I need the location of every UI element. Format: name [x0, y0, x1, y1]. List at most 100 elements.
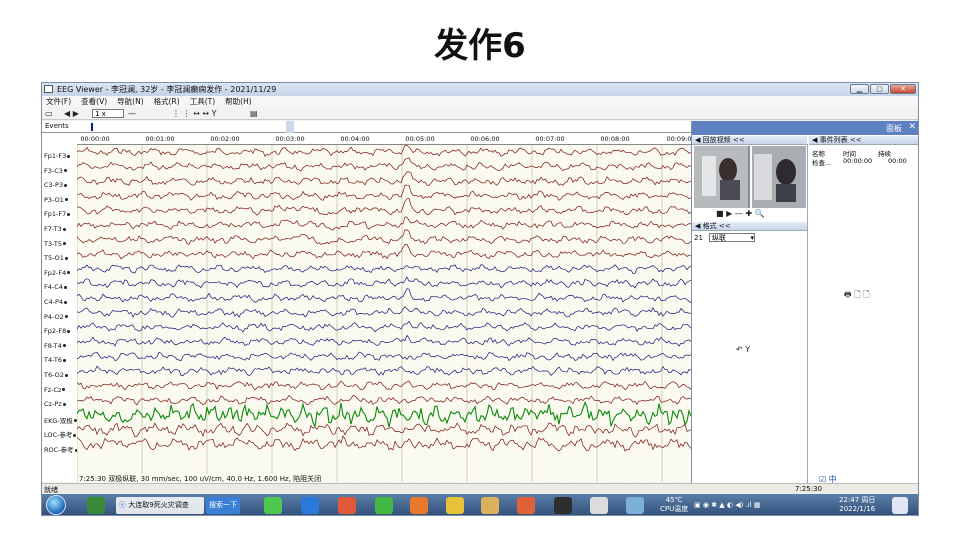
eeg-trace-EKG-双极: [76, 401, 692, 429]
channel-label[interactable]: Fz-Cz: [44, 386, 66, 394]
wechat-icon[interactable]: [375, 497, 393, 514]
print-copy-icons[interactable]: 🖶 🗋 🗋: [844, 289, 870, 303]
firefox-icon[interactable]: [410, 497, 428, 514]
time-tick: 00:06:00: [470, 135, 500, 143]
time-tick: 00:02:00: [210, 135, 240, 143]
window-title: EEG Viewer - 李冠澜, 32岁 - 李冠澜癫痫发作 - 2021/1…: [57, 85, 277, 94]
channel-label[interactable]: ROC-参考: [44, 444, 78, 454]
menu-view[interactable]: 查看(V): [81, 96, 107, 107]
channel-label[interactable]: F7-T3: [44, 225, 66, 233]
event-marker[interactable]: [91, 123, 93, 131]
eeg-trace-F3-C3: [76, 157, 692, 172]
channel-label[interactable]: C4-P4: [44, 298, 68, 306]
channel-label[interactable]: Fp1-F3: [44, 152, 71, 160]
list-icon[interactable]: ▤: [250, 109, 258, 118]
montage-select[interactable]: 纵联 ▾: [709, 233, 755, 242]
folder-icon[interactable]: [481, 497, 499, 514]
search-button[interactable]: 搜索一下: [206, 497, 240, 514]
menu-format[interactable]: 格式(R): [154, 96, 180, 107]
cpu-temp-value: 45℃: [665, 496, 683, 504]
time-axis[interactable]: 00:00:00 00:01:00 00:02:00 00:03:00 00:04:00…: [77, 133, 692, 145]
menu-navigate[interactable]: 导航(N): [117, 96, 143, 107]
events-section-header[interactable]: ◀ 事件列表 <<: [809, 136, 918, 145]
eeg-trace-Fp1-F7: [76, 198, 692, 216]
close-button[interactable]: ✕: [890, 84, 916, 94]
eeg-trace-Fp2-F8: [76, 320, 692, 333]
toggle-icon[interactable]: ▭: [45, 109, 53, 118]
channel-label[interactable]: EKG-双极: [44, 415, 77, 425]
show-desktop-icon[interactable]: [892, 497, 908, 514]
channel-label[interactable]: T5-O1: [44, 254, 68, 262]
format-section-label: 格式 <<: [702, 222, 731, 230]
position-highlight: [286, 121, 294, 133]
time-tick: 00:05:00: [405, 135, 435, 143]
app-360-icon[interactable]: [87, 497, 105, 514]
minimize-button[interactable]: ▁: [850, 84, 869, 94]
channel-label[interactable]: F3-C3: [44, 167, 67, 175]
time-tick: 00:00:00: [80, 135, 110, 143]
channel-label[interactable]: T3-T5: [44, 240, 66, 248]
eeg-trace-T4-T6: [76, 351, 692, 362]
eeg-trace-F8-T4: [76, 334, 692, 347]
panel-close-icon[interactable]: ✕: [908, 122, 916, 132]
channel-label[interactable]: C3-P3: [44, 181, 68, 189]
eeg-trace-C3-P3: [76, 171, 692, 187]
status-bar: 就绪 7:25:30: [42, 483, 918, 494]
playback-video[interactable]: [694, 146, 806, 208]
eeg-trace-Cz-Pz: [76, 394, 692, 406]
channel-label[interactable]: F8-T4: [44, 342, 66, 350]
collapse-icon: ◀: [695, 136, 703, 144]
menu-file[interactable]: 文件(F): [46, 96, 71, 107]
collapse-icon: ◀: [695, 222, 703, 230]
channel-label[interactable]: LOC-参考: [44, 429, 77, 439]
chrome-icon[interactable]: [446, 497, 464, 514]
video-controls[interactable]: ■ ▶ — ✚ 🔍: [716, 209, 765, 218]
start-button[interactable]: [46, 495, 66, 515]
panel-divider[interactable]: [807, 144, 808, 483]
360-browser-icon[interactable]: [338, 497, 356, 514]
montage-tools[interactable]: ⋮ ⋮ ↔ ↔ Y: [172, 109, 216, 118]
channel-label[interactable]: Cz-Pz: [44, 400, 66, 408]
document-icon[interactable]: [590, 497, 608, 514]
internet-explorer-icon[interactable]: [301, 497, 319, 514]
eeg-trace-T3-T5: [76, 229, 692, 245]
title-bar[interactable]: EEG Viewer - 李冠澜, 32岁 - 李冠澜癫痫发作 - 2021/1…: [42, 83, 918, 96]
search-box[interactable]: ⓔ 大连取9死火灾调查: [116, 497, 204, 514]
events-row[interactable]: Events: [42, 121, 691, 133]
eeg-trace-area[interactable]: [76, 145, 692, 482]
tool-icon[interactable]: [626, 497, 644, 514]
eeg-trace-LOC-参考: [76, 422, 692, 438]
channel-label[interactable]: P4-O2: [44, 313, 68, 321]
office-icon[interactable]: [517, 497, 535, 514]
app-icon: [44, 85, 53, 93]
menu-tools[interactable]: 工具(T): [190, 96, 215, 107]
video-section-header[interactable]: ◀ 回放视频 <<: [692, 136, 807, 145]
tray-icons[interactable]: ▣ ◉ ✱ ▲ ◐ ◀) .ıl ▦: [694, 501, 761, 510]
channel-label[interactable]: T6-O2: [44, 371, 68, 379]
channel-label[interactable]: T4-T6: [44, 356, 66, 364]
channel-label[interactable]: Fp1-F7: [44, 210, 71, 218]
event-name: 检查...: [812, 159, 832, 167]
channel-label[interactable]: P3-O1: [44, 196, 68, 204]
channel-label[interactable]: Fp2-F8: [44, 327, 71, 335]
volume-slider[interactable]: —: [128, 109, 136, 118]
eeg-trace-T5-O1: [76, 243, 692, 260]
maximize-button[interactable]: ▢: [870, 84, 889, 94]
browser-icon[interactable]: [264, 497, 282, 514]
slide-title: 发作6: [434, 26, 526, 66]
menu-bar: 文件(F) 查看(V) 导航(N) 格式(R) 工具(T) 帮助(H): [42, 96, 918, 107]
time-tick: 00:01:00: [145, 135, 175, 143]
channel-label[interactable]: F4-C4: [44, 283, 67, 291]
channel-label[interactable]: Fp2-F4: [44, 269, 71, 277]
speed-select[interactable]: 1 x: [92, 109, 124, 118]
eeg-trace-F4-C4: [76, 276, 692, 289]
cpu-temperature: 45℃ CPU温度: [660, 496, 688, 514]
eeg-app-icon[interactable]: [554, 497, 572, 514]
video-frame-image: [694, 146, 806, 208]
undo-icon[interactable]: ↶ Y: [736, 345, 750, 354]
system-clock[interactable]: 22:47 周日 2022/1/16: [839, 496, 875, 514]
format-section-header[interactable]: ◀ 格式 <<: [692, 222, 807, 231]
time-tick: 00:09:0: [666, 135, 692, 143]
menu-help[interactable]: 帮助(H): [225, 96, 252, 107]
play-nav-icons[interactable]: ◀ ▶: [64, 109, 79, 118]
